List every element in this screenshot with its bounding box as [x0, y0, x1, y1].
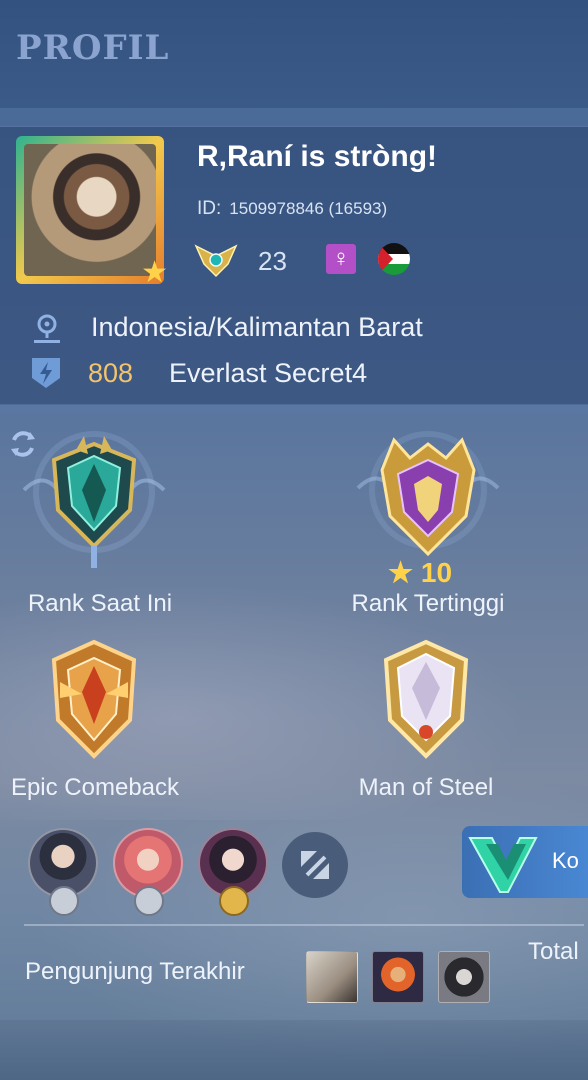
id-value: 1509978846 (16593) [229, 199, 388, 218]
avatar[interactable]: ★ [16, 136, 168, 289]
hero-medal-icon [49, 886, 79, 916]
highest-rank[interactable]: Rank Tertinggi [328, 430, 528, 620]
edit-icon [301, 851, 329, 879]
collection-button[interactable]: Ko [462, 826, 588, 898]
visitor-avatar[interactable] [438, 951, 490, 1003]
guild-shield-icon [32, 358, 60, 388]
mythical-glory-rank-emblem-icon [356, 431, 500, 557]
current-rank[interactable]: Rank Saat Ini [0, 430, 200, 620]
highest-rank-label: Rank Tertinggi [351, 590, 505, 617]
star-icon: ★ [388, 557, 414, 588]
divider-line [24, 924, 584, 926]
location-pin-icon [34, 314, 60, 343]
level-badge-icon [194, 244, 238, 278]
avatar-image [24, 144, 156, 276]
star-icon: ★ [141, 256, 168, 289]
rank-stars: ★ 10 [388, 556, 452, 589]
hero-medal-icon [219, 886, 249, 916]
location-row: Indonesia/Kalimantan Barat [28, 310, 568, 346]
achievement-label: Man of Steel [358, 774, 494, 801]
epic-comeback-medal-icon [51, 639, 137, 759]
player-level: 23 [258, 246, 287, 276]
guild-name: Everlast Secret4 [169, 358, 368, 388]
achievement-epic-comeback[interactable]: Epic Comeback [0, 636, 190, 806]
player-id: ID: 1509978846 (16593) [197, 198, 387, 220]
edit-heroes-button[interactable] [282, 832, 348, 898]
palestine-flag-icon [378, 243, 410, 275]
header-bar: PROFIL [0, 0, 588, 108]
visitor-avatar[interactable] [372, 951, 424, 1003]
rank-star-count: 10 [420, 557, 453, 588]
favorite-heroes [28, 828, 358, 918]
mythic-rank-emblem-icon [22, 431, 166, 568]
player-name: R,Raní is stròng! [197, 140, 438, 173]
collection-v-icon [468, 837, 538, 893]
id-label: ID: [197, 198, 222, 219]
bottom-band [0, 1020, 588, 1080]
page-title: PROFIL [16, 28, 170, 68]
guild-row[interactable]: 808 Everlast Secret4 [28, 354, 568, 392]
visitor-avatar[interactable] [306, 951, 358, 1003]
achievement-label: Epic Comeback [10, 774, 180, 801]
female-gender-icon: ♀ [326, 244, 356, 274]
location-text: Indonesia/Kalimantan Barat [91, 312, 423, 342]
visitors-total-label: Total [528, 938, 579, 965]
collection-label: Ko [552, 848, 579, 873]
guild-number: 808 [88, 358, 134, 388]
current-rank-label: Rank Saat Ini [27, 590, 173, 617]
man-of-steel-medal-icon [383, 639, 469, 759]
badge-row: 23 ♀ [194, 242, 424, 278]
recent-visitors-label: Pengunjung Terakhir [25, 958, 245, 985]
section-divider [0, 404, 588, 414]
achievement-man-of-steel[interactable]: Man of Steel [328, 636, 524, 806]
hero-medal-icon [134, 886, 164, 916]
